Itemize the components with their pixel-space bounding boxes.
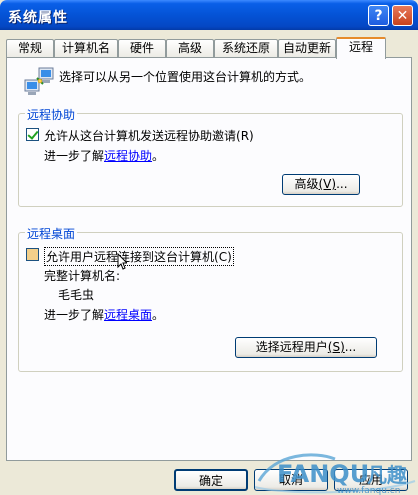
remote-assistance-title: 远程协助 — [25, 106, 78, 123]
cancel-button[interactable]: 取消 — [254, 469, 328, 491]
computer-name-value: 毛毛虫 — [58, 288, 95, 302]
remote-desktop-checkbox[interactable] — [26, 248, 39, 261]
remote-desktop-checkbox-label[interactable]: 允许用户远程连接到这台计算机(C) — [44, 247, 234, 266]
apply-button[interactable]: 应用 — [334, 469, 408, 491]
intro-text: 选择可以从另一个位置使用这台计算机的方式。 — [59, 70, 312, 84]
tab-advanced[interactable]: 高级 — [166, 39, 214, 57]
tab-remote[interactable]: 远程 — [336, 37, 386, 59]
title-bar[interactable]: 系统属性 ? ✕ — [0, 0, 418, 30]
remote-computers-icon — [24, 67, 54, 95]
advanced-button[interactable]: 高级(V)... — [282, 174, 360, 195]
remote-assistance-learn-more: 进一步了解远程协助。 — [44, 149, 165, 163]
tab-hardware[interactable]: 硬件 — [118, 39, 166, 57]
remote-assistance-checkbox[interactable] — [26, 128, 39, 141]
remote-desktop-title: 远程桌面 — [25, 225, 78, 242]
select-remote-users-button[interactable]: 选择远程用户(S)... — [235, 337, 377, 358]
remote-assistance-link[interactable]: 远程协助 — [104, 149, 152, 163]
tab-system-restore[interactable]: 系统还原 — [214, 39, 278, 57]
remote-assistance-hotkey: (R) — [236, 129, 254, 143]
remote-desktop-learn-more: 进一步了解远程桌面。 — [44, 308, 165, 322]
tab-computer-name[interactable]: 计算机名 — [54, 39, 118, 57]
tab-panel-remote: 选择可以从另一个位置使用这台计算机的方式。 远程协助 允许从这台计算机发送远程协… — [6, 57, 412, 461]
tab-general[interactable]: 常规 — [6, 39, 54, 57]
computer-name-label: 完整计算机名: — [44, 269, 121, 283]
remote-assistance-checkbox-label[interactable]: 允许从这台计算机发送远程协助邀请(R) — [44, 127, 254, 144]
window-title: 系统属性 — [8, 10, 68, 26]
help-button[interactable]: ? — [368, 5, 389, 26]
ok-button[interactable]: 确定 — [174, 469, 248, 491]
close-button[interactable]: ✕ — [392, 5, 413, 26]
tab-automatic-updates[interactable]: 自动更新 — [278, 39, 336, 57]
mouse-cursor-icon — [117, 253, 127, 270]
remote-desktop-link[interactable]: 远程桌面 — [104, 308, 152, 322]
system-properties-window: 系统属性 ? ✕ 常规 计算机名 硬件 高级 系统还原 自动更新 远程 选择可以… — [0, 0, 418, 495]
